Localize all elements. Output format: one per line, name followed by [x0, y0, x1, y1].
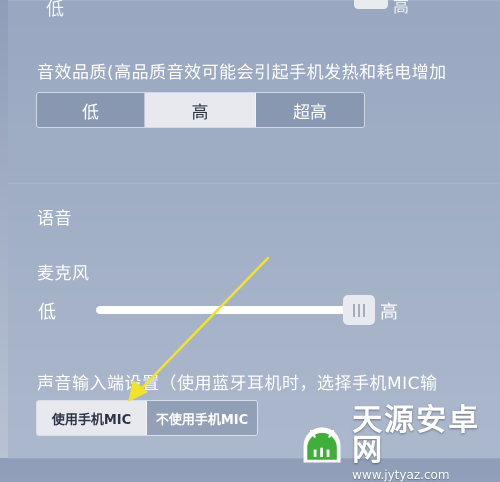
watermark-name: 天源安卓网: [352, 403, 481, 468]
android-logo-icon: [303, 427, 341, 463]
annotation-arrow: [128, 256, 270, 402]
watermark: 天源安卓网 www.jytyaz.com: [298, 406, 500, 482]
watermark-url: www.jytyaz.com: [352, 468, 450, 482]
